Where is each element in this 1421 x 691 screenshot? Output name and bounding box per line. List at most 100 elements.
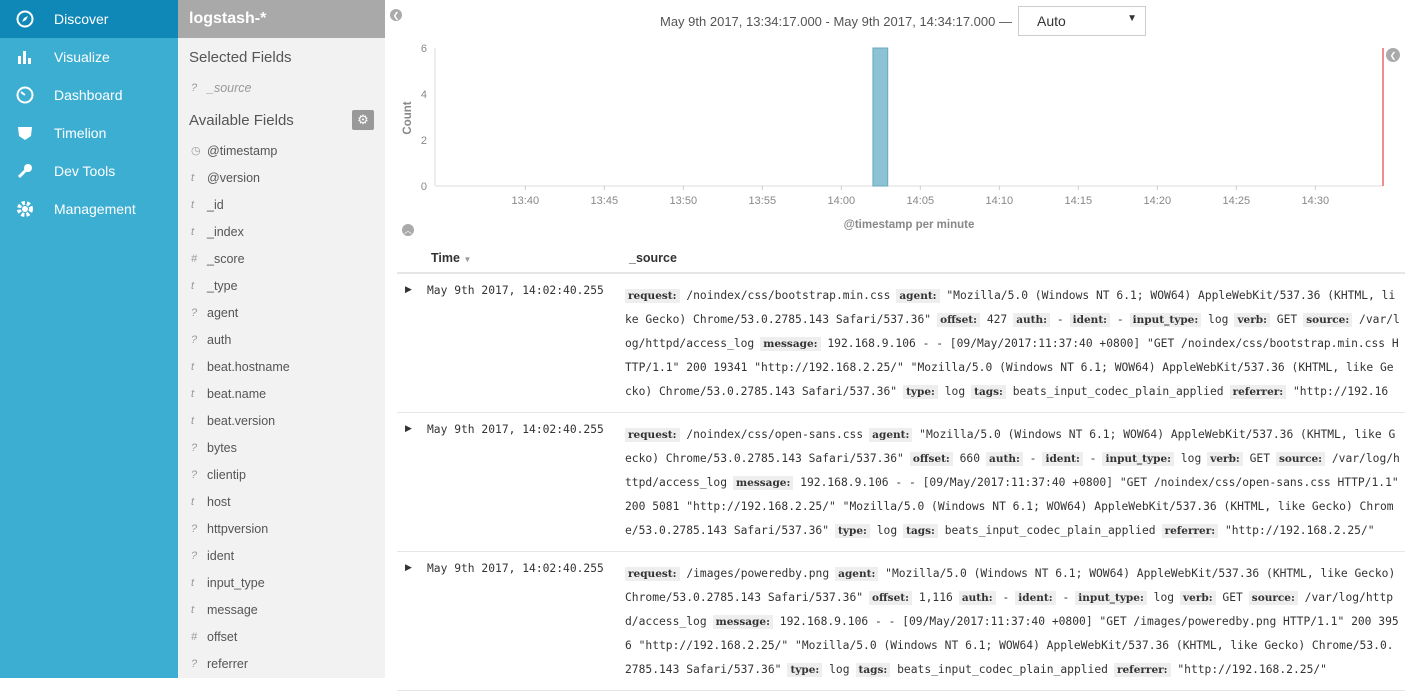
field-input_type[interactable]: t input_type: [178, 569, 385, 596]
field-name: beat.version: [207, 413, 276, 428]
bar-chart-icon: [16, 48, 34, 66]
field-@version[interactable]: t @version: [178, 164, 385, 191]
time-column-header[interactable]: Time ▼: [427, 243, 625, 274]
field-type-icon: ?: [191, 81, 198, 94]
table-row[interactable]: ▶ May 9th 2017, 14:02:40.255 request: /ima…: [397, 551, 1405, 691]
y-tick-label: 4: [421, 89, 427, 101]
field-bytes[interactable]: ? bytes: [178, 434, 385, 461]
field-host[interactable]: t host: [178, 488, 385, 515]
field-type-icon: ?: [191, 549, 198, 562]
field-value: log: [876, 524, 898, 537]
compass-icon: [16, 10, 34, 28]
field-list-panel: logstash-* Selected Fields ? _source Avai…: [178, 0, 385, 678]
available-fields-title: Available Fields: [189, 111, 294, 129]
field-message[interactable]: t message: [178, 596, 385, 623]
field-beat.name[interactable]: t beat.name: [178, 380, 385, 407]
field-key: agent:: [896, 289, 940, 303]
field-key: verb:: [1180, 591, 1216, 605]
field-_source[interactable]: ? _source: [178, 74, 385, 101]
field-settings-gear-icon[interactable]: ⚙: [352, 110, 374, 130]
field-name: beat.name: [207, 386, 267, 401]
field-key: auth:: [1013, 313, 1051, 327]
discover-main: ❮ May 9th 2017, 13:34:17.000 - May 9th 2…: [385, 0, 1421, 691]
field-key: message:: [733, 476, 794, 490]
expand-row-icon[interactable]: ▶: [397, 551, 427, 691]
field-ident[interactable]: ? ident: [178, 542, 385, 569]
field-beat.hostname[interactable]: t beat.hostname: [178, 353, 385, 380]
field-value: "http://192.168.2.25/": [1224, 524, 1375, 537]
field-key: offset:: [909, 452, 953, 466]
field-value: GET: [1249, 452, 1270, 465]
field-value: -: [1116, 313, 1124, 326]
field-type-icon: t: [191, 198, 195, 211]
field-name: offset: [207, 629, 238, 644]
x-tick-label: 13:40: [512, 195, 540, 207]
field-value: 427: [986, 313, 1008, 326]
field-key: input_type:: [1102, 452, 1175, 466]
row-time: May 9th 2017, 14:02:40.255: [427, 273, 625, 413]
field-name: _index: [207, 224, 244, 239]
field-type-icon: #: [191, 252, 198, 265]
field-key: referrer:: [1161, 524, 1219, 538]
x-tick-label: 13:50: [670, 195, 698, 207]
field-agent[interactable]: ? agent: [178, 299, 385, 326]
field-httpversion[interactable]: ? httpversion: [178, 515, 385, 542]
field-type-icon: t: [191, 279, 195, 292]
field-key: auth:: [986, 452, 1023, 466]
field-type-icon: t: [191, 387, 195, 400]
nav-label: Dashboard: [54, 87, 123, 103]
gear-icon: [16, 200, 34, 218]
nav-item-visualize[interactable]: Visualize: [0, 38, 178, 76]
field-@timestamp[interactable]: ◷ @timestamp: [178, 137, 385, 164]
nav-item-discover[interactable]: Discover: [0, 0, 178, 38]
nav-label: Visualize: [54, 49, 110, 65]
field-beat.version[interactable]: t beat.version: [178, 407, 385, 434]
field-_id[interactable]: t _id: [178, 191, 385, 218]
nav-label: Discover: [54, 11, 109, 27]
field-key: input_type:: [1075, 591, 1147, 605]
field-offset[interactable]: # offset: [178, 623, 385, 650]
field-value: /noindex/css/open-sans.css: [686, 428, 864, 441]
histogram-bar[interactable]: [872, 47, 889, 187]
x-tick-label: 13:45: [591, 195, 619, 207]
table-row[interactable]: ▶ May 9th 2017, 14:02:40.255 request: /noi…: [397, 273, 1405, 413]
field-value: -: [1062, 591, 1070, 604]
table-row[interactable]: ▶ May 9th 2017, 14:02:40.255 request: /noi…: [397, 412, 1405, 552]
field-key: ident:: [1069, 313, 1111, 327]
field-name: _source: [207, 80, 252, 95]
row-time: May 9th 2017, 14:02:40.255: [427, 412, 625, 552]
field-_type[interactable]: t _type: [178, 272, 385, 299]
y-tick-label: 0: [421, 181, 427, 193]
field-key: verb:: [1207, 452, 1243, 466]
nav-item-management[interactable]: Management: [0, 190, 178, 228]
nav-label: Dev Tools: [54, 163, 116, 179]
field-_index[interactable]: t _index: [178, 218, 385, 245]
nav-item-dashboard[interactable]: Dashboard: [0, 76, 178, 114]
nav-item-dev-tools[interactable]: Dev Tools: [0, 152, 178, 190]
index-pattern-selector[interactable]: logstash-*: [178, 0, 385, 38]
field-type-icon: #: [191, 630, 198, 643]
sort-down-icon[interactable]: ▼: [463, 255, 471, 264]
expand-row-icon[interactable]: ▶: [397, 412, 427, 552]
nav-item-timelion[interactable]: Timelion: [0, 114, 178, 152]
field-name: host: [207, 494, 231, 509]
expand-row-icon[interactable]: ▶: [397, 273, 427, 413]
field-value: beats_input_codec_plain_applied: [897, 663, 1108, 676]
field-type-icon: ?: [191, 306, 198, 319]
sidebar-nav: Discover Visualize Dashboard Timelion Dev To…: [0, 0, 178, 678]
field-name: _type: [207, 278, 238, 293]
field-referrer[interactable]: ? referrer: [178, 650, 385, 677]
field-clientip[interactable]: ? clientip: [178, 461, 385, 488]
clock-icon: ◷: [191, 145, 201, 157]
field-value: beats_input_codec_plain_applied: [1012, 385, 1224, 398]
field-_score[interactable]: # _score: [178, 245, 385, 272]
field-auth[interactable]: ? auth: [178, 326, 385, 353]
field-value: -: [1056, 313, 1064, 326]
field-value: -: [1029, 452, 1037, 465]
field-key: agent:: [835, 567, 879, 581]
selected-fields-title: Selected Fields: [189, 48, 292, 66]
collapse-chart-icon[interactable]: ︿: [402, 224, 414, 236]
selected-fields-heading: Selected Fields: [178, 40, 385, 74]
field-name: httpversion: [207, 521, 269, 536]
field-value: 1,116: [918, 591, 953, 604]
